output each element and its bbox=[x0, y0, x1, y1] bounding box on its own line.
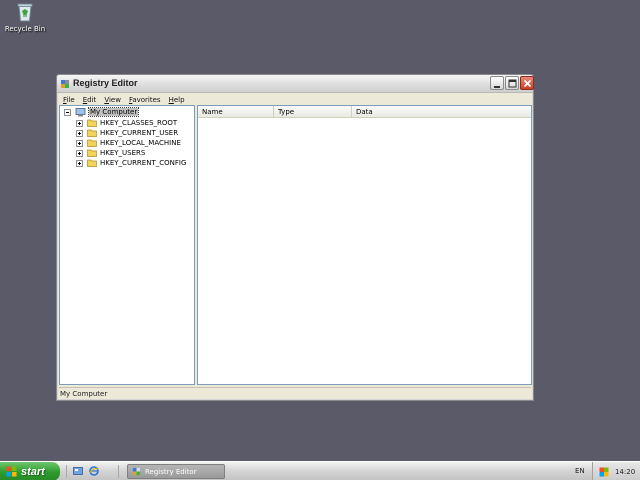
expand-toggle[interactable] bbox=[76, 119, 83, 127]
registry-editor-task-icon bbox=[132, 467, 141, 476]
menu-bar: File Edit View Favorites Help bbox=[59, 94, 531, 105]
expand-toggle[interactable] bbox=[76, 139, 83, 147]
close-button[interactable] bbox=[520, 76, 534, 90]
tree-label: HKEY_USERS bbox=[100, 149, 146, 157]
system-tray: 14:20 bbox=[592, 462, 640, 480]
taskbar-button-label: Registry Editor bbox=[145, 467, 197, 476]
menu-view[interactable]: View bbox=[100, 96, 125, 104]
tree-node-hkey-current-config[interactable]: HKEY_CURRENT_CONFIG bbox=[76, 158, 186, 168]
column-data-header[interactable]: Data bbox=[352, 106, 532, 118]
folder-icon bbox=[87, 129, 97, 137]
registry-editor-app-icon bbox=[61, 80, 69, 88]
menu-favorites[interactable]: Favorites bbox=[125, 96, 165, 104]
folder-icon bbox=[87, 159, 97, 167]
registry-editor-window: Registry Editor File Edit View Favorites… bbox=[56, 74, 534, 401]
show-desktop-icon[interactable] bbox=[73, 466, 83, 476]
tree-label: HKEY_LOCAL_MACHINE bbox=[100, 139, 181, 147]
recycle-bin-label: Recycle Bin bbox=[4, 25, 46, 33]
collapse-toggle[interactable] bbox=[64, 108, 71, 116]
expand-toggle[interactable] bbox=[76, 159, 83, 167]
taskbar-button-registry-editor[interactable]: Registry Editor bbox=[127, 464, 225, 479]
clock[interactable]: 14:20 bbox=[615, 468, 635, 476]
minimize-icon bbox=[494, 86, 500, 88]
start-label: start bbox=[21, 465, 45, 478]
computer-icon bbox=[75, 107, 86, 116]
recycle-bin-icon bbox=[17, 3, 33, 22]
close-icon bbox=[523, 79, 532, 88]
folder-icon bbox=[87, 119, 97, 127]
tree-node-hkey-classes-root[interactable]: HKEY_CLASSES_ROOT bbox=[76, 118, 177, 128]
expand-toggle[interactable] bbox=[76, 149, 83, 157]
maximize-button[interactable] bbox=[505, 76, 519, 90]
tree-label-my-computer: My Computer bbox=[87, 107, 140, 117]
key-tree-pane[interactable]: My Computer HKEY_CLASSES_ROOT HKEY_CURRE… bbox=[59, 105, 195, 385]
windows-logo-icon bbox=[6, 466, 17, 477]
tree-node-hkey-users[interactable]: HKEY_USERS bbox=[76, 148, 145, 158]
menu-help[interactable]: Help bbox=[165, 96, 189, 104]
tree-label: HKEY_CURRENT_USER bbox=[100, 129, 179, 137]
column-type-header[interactable]: Type bbox=[274, 106, 352, 118]
tree-label: HKEY_CLASSES_ROOT bbox=[100, 119, 178, 127]
menu-edit[interactable]: Edit bbox=[79, 96, 101, 104]
tree-node-hkey-local-machine[interactable]: HKEY_LOCAL_MACHINE bbox=[76, 138, 181, 148]
minimize-button[interactable] bbox=[490, 76, 504, 90]
menu-file[interactable]: File bbox=[59, 96, 79, 104]
start-button[interactable]: start bbox=[0, 462, 60, 480]
expand-toggle[interactable] bbox=[76, 129, 83, 137]
internet-explorer-icon[interactable] bbox=[89, 466, 99, 476]
quicklaunch-separator bbox=[66, 465, 67, 478]
maximize-icon bbox=[508, 79, 517, 88]
tree-node-hkey-current-user[interactable]: HKEY_CURRENT_USER bbox=[76, 128, 178, 138]
tree-node-my-computer[interactable]: My Computer bbox=[64, 107, 140, 117]
column-header: Name Type Data bbox=[198, 106, 531, 118]
taskbar: start Registry Editor EN 14:20 bbox=[0, 461, 640, 480]
taskbar-separator bbox=[118, 465, 119, 478]
title-bar[interactable]: Registry Editor bbox=[57, 75, 534, 93]
window-title: Registry Editor bbox=[73, 78, 138, 88]
language-indicator[interactable]: EN bbox=[575, 467, 585, 475]
tree-label: HKEY_CURRENT_CONFIG bbox=[100, 159, 187, 167]
folder-icon bbox=[87, 139, 97, 147]
tray-app-icon[interactable] bbox=[599, 467, 609, 477]
status-bar: My Computer bbox=[59, 387, 531, 399]
folder-icon bbox=[87, 149, 97, 157]
column-name-header[interactable]: Name bbox=[198, 106, 274, 118]
recycle-bin-desktop-icon[interactable]: Recycle Bin bbox=[4, 2, 46, 33]
values-pane[interactable]: Name Type Data bbox=[197, 105, 532, 385]
